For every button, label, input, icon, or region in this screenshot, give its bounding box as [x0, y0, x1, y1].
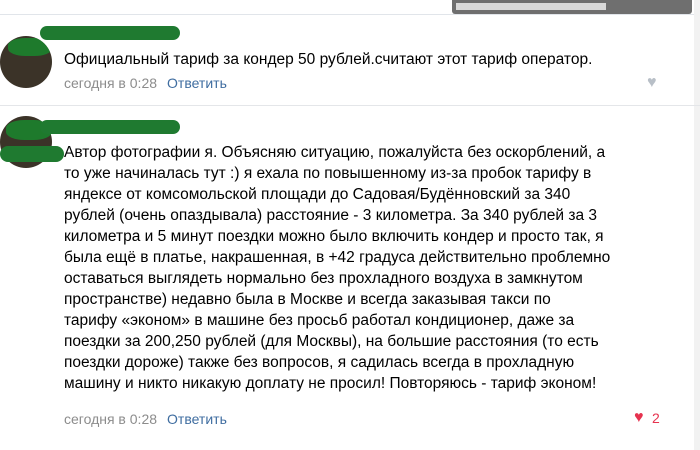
comment-divider	[0, 105, 700, 106]
overlay-bar-thumb	[456, 3, 606, 10]
avatar[interactable]	[0, 36, 52, 88]
author-name-redacted	[40, 120, 180, 134]
author-name-redacted	[40, 26, 180, 40]
like-count: 2	[652, 410, 660, 426]
scrollbar-track[interactable]	[694, 0, 700, 450]
comment-line: то уже начиналась тут :) я ехала по повы…	[64, 165, 592, 182]
comment-line: была ещё в платье, накрашенная, в +42 гр…	[64, 249, 611, 266]
comment-text: Официальный тариф за кондер 50 рублей.сч…	[64, 51, 593, 68]
comment-time[interactable]: сегодня в 0:28	[64, 411, 157, 427]
like-button[interactable]: ♥	[647, 74, 657, 92]
comment-line: поездки за 200,250 рублей (для Москвы), …	[64, 333, 599, 350]
comment-line: оставаться выглядеть нормально без прохл…	[64, 270, 583, 287]
avatar-redaction	[8, 38, 52, 56]
like-button[interactable]: ♥	[634, 409, 644, 427]
heart-icon: ♥	[647, 74, 657, 91]
overlay-bar	[452, 0, 692, 14]
comment-meta: сегодня в 0:28 Ответить	[64, 411, 227, 427]
comment-line: пространстве) недавно была в Москве и вс…	[64, 291, 551, 308]
comment-line: яндексе от комсомольской площади до Садо…	[64, 186, 571, 203]
avatar-scribble	[0, 146, 64, 162]
reply-link[interactable]: Ответить	[167, 411, 227, 427]
comment-line: рублей (очень опаздывала) расстояние - 3…	[64, 207, 597, 224]
comment-text: Автор фотографии я. Объясняю ситуацию, п…	[64, 142, 610, 394]
heart-icon: ♥	[634, 409, 644, 426]
top-divider	[0, 14, 700, 15]
comment-time[interactable]: сегодня в 0:28	[64, 75, 157, 91]
comment-line: километра и 5 минут поездки можно было в…	[64, 228, 604, 245]
comment-line: Автор фотографии я. Объясняю ситуацию, п…	[64, 144, 606, 161]
comment-meta: сегодня в 0:28 Ответить	[64, 75, 227, 91]
reply-link[interactable]: Ответить	[167, 75, 227, 91]
comment-line: тарифу «эконом» в машине без просьб рабо…	[64, 312, 575, 329]
comment-line: машину и никто никакую доплату не просил…	[64, 375, 597, 392]
comment-line: поездки дороже) также без вопросов, я са…	[64, 354, 575, 371]
